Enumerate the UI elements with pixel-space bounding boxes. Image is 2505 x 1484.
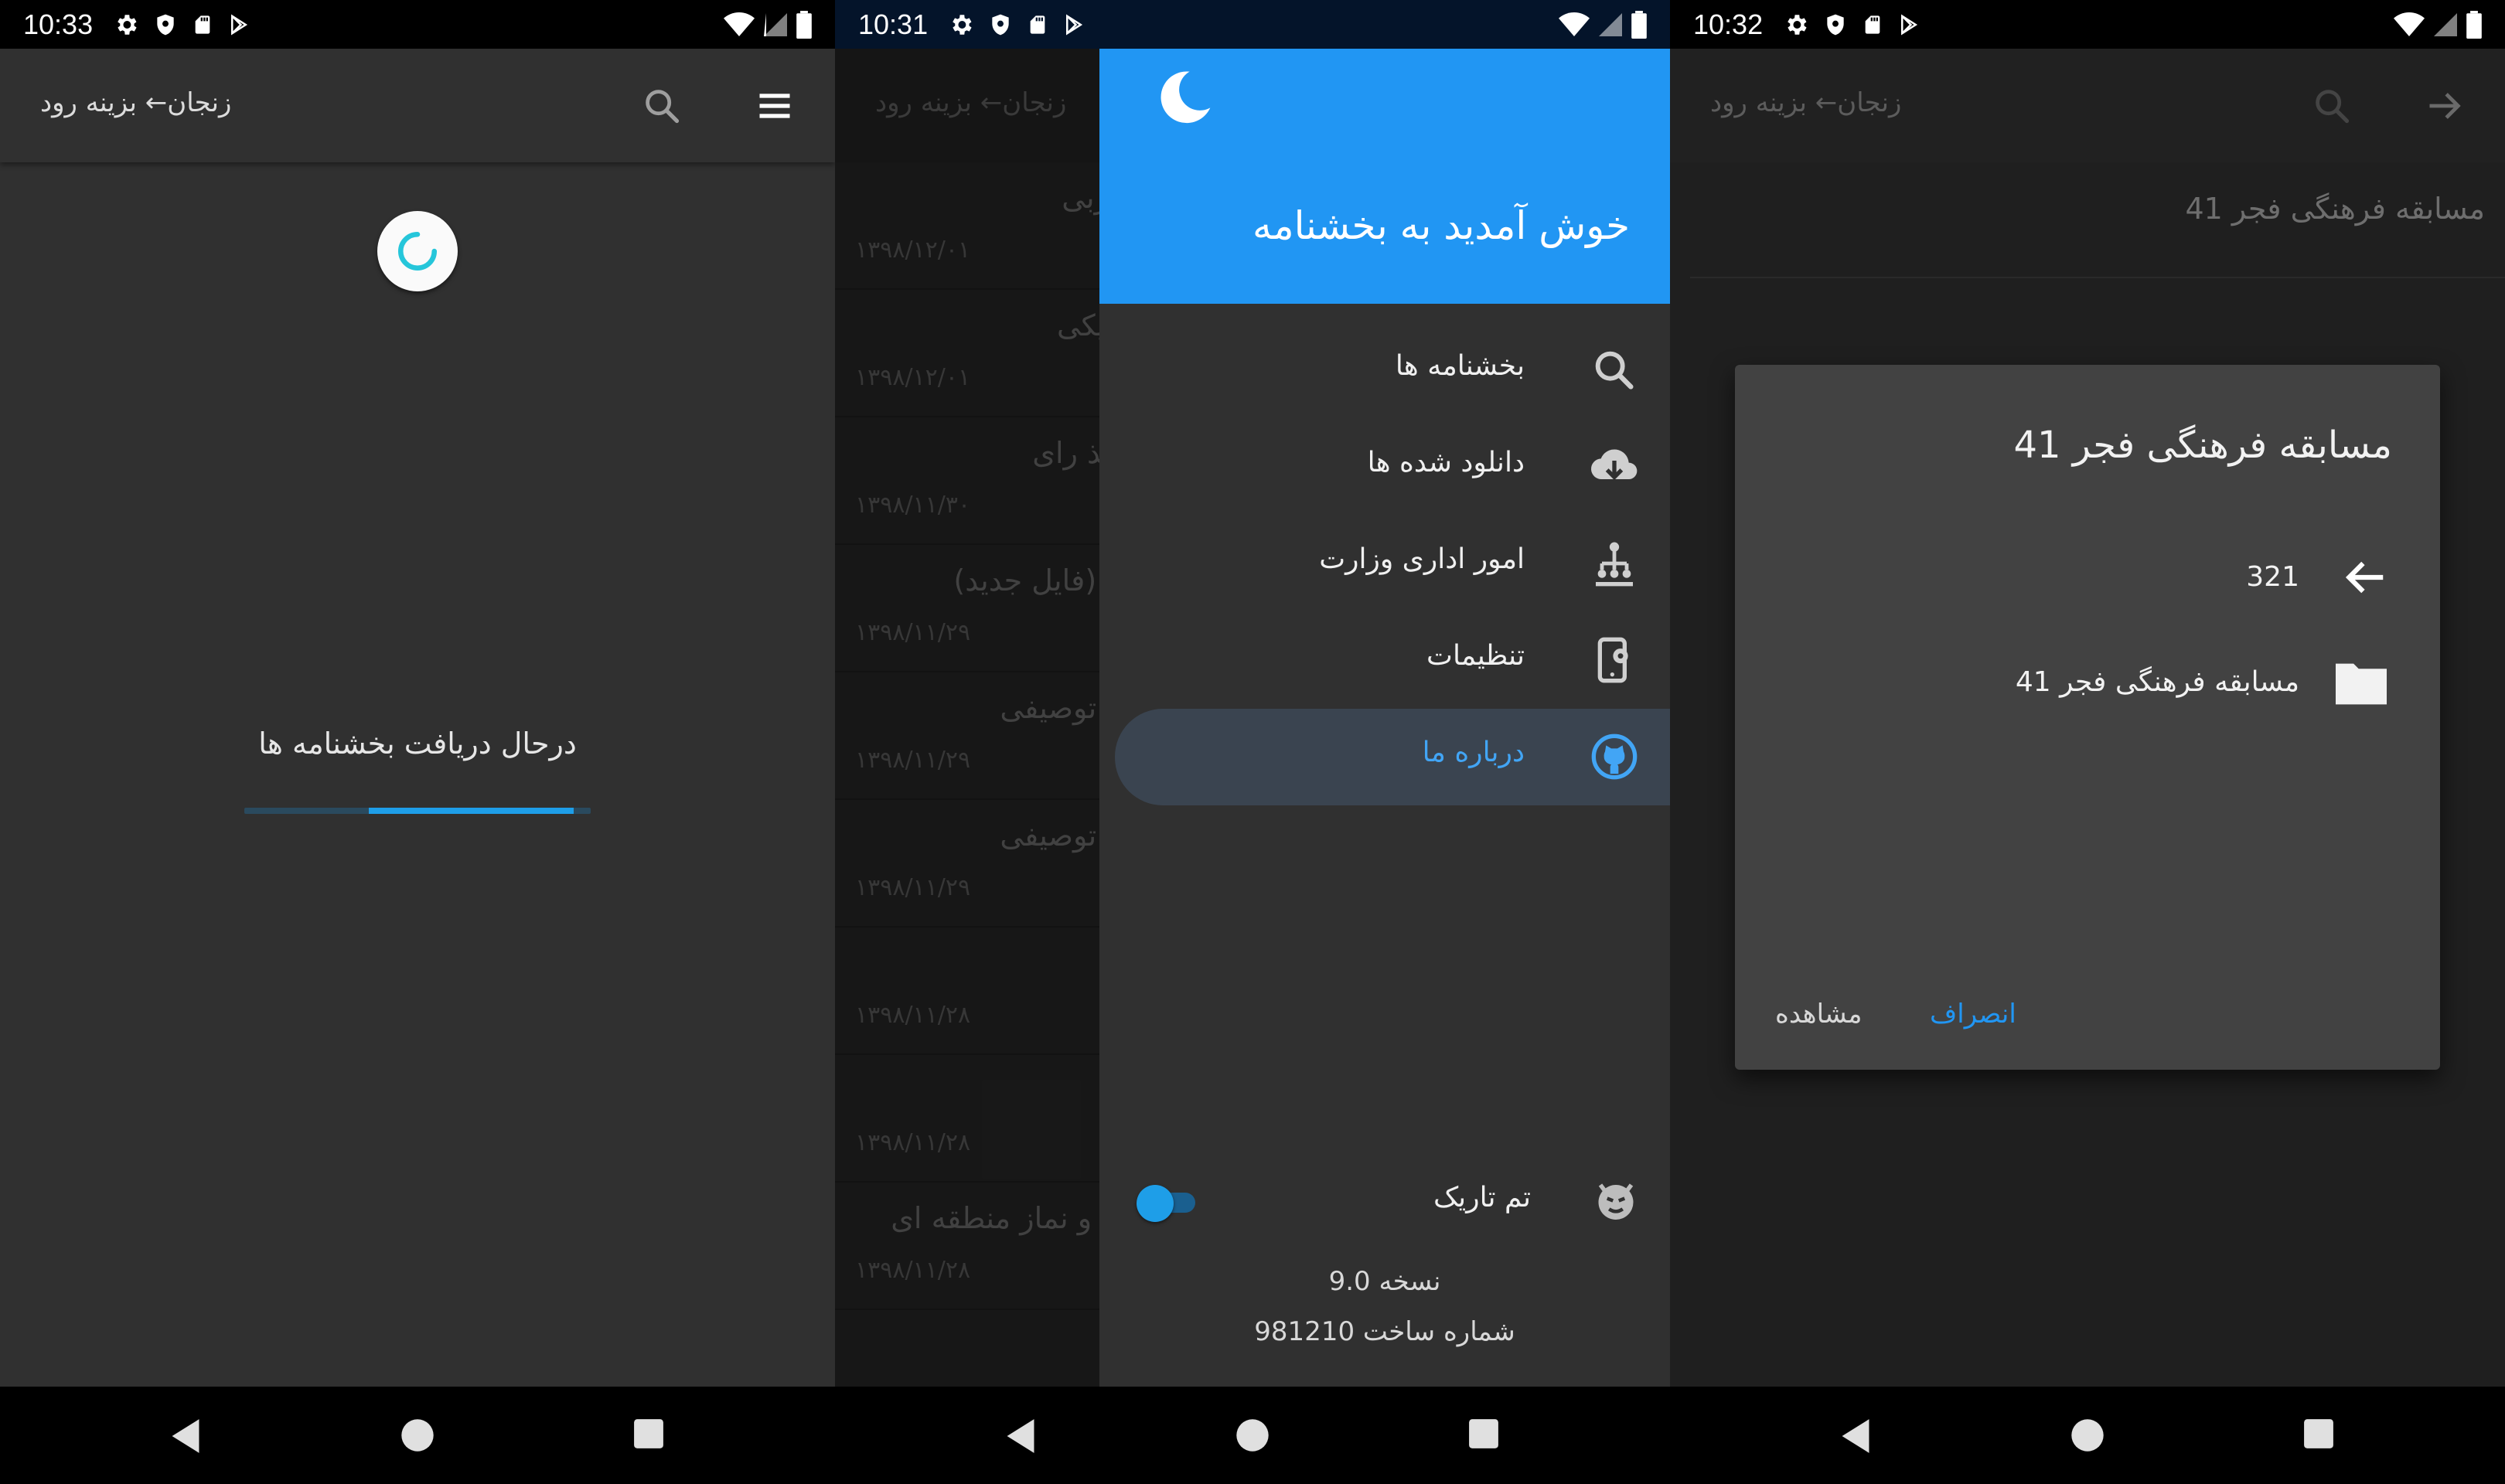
drawer-item-settings[interactable]: تنظیمات [1099,612,1670,709]
nav-home-icon[interactable] [2070,1418,2105,1453]
battery-icon [2466,10,2482,39]
parent-folder-label: 321 [2246,561,2299,593]
breadcrumb-title: زنجان← بزینه رود [40,87,232,118]
app-version: نسخه 9.0 [1328,1266,1441,1297]
nav-recents-icon[interactable] [632,1418,665,1450]
dialog-title: مسابقه فرهنگی فجر 41 [2013,424,2392,467]
search-icon[interactable] [2312,86,2352,126]
shield-icon [992,14,1009,35]
sd-card-icon [195,15,210,34]
drawer-item-label: بخشنامه ها [1395,350,1525,382]
loading-progress-bar [244,808,591,814]
nav-home-icon[interactable] [400,1418,435,1453]
app-bar: زنجان← بزینه رود [0,49,835,162]
loading-spinner [377,211,458,291]
dark-theme-label: تم تاریک [1433,1182,1531,1213]
drawer-item-label: امور اداری وزارت [1319,543,1525,575]
status-bar: 10:31 [835,0,1670,49]
cancel-button[interactable]: انصراف [1930,999,2016,1030]
loading-message: درحال دریافت بخشنامه ها [258,727,577,761]
play-store-icon [1901,13,1918,36]
devil-face-icon [1598,1183,1634,1220]
play-store-icon [1066,13,1083,36]
drawer-item-label: دانلود شده ها [1367,447,1525,478]
active-item-highlight [1115,709,1670,805]
dark-theme-toggle[interactable] [1137,1180,1201,1222]
view-button[interactable]: مشاهده [1775,999,1863,1030]
screenshot-collage: 10:33 زنجان← بزینه رود درحال دریافت بخشن… [0,0,2505,1484]
nav-back-icon[interactable] [1839,1418,1873,1455]
cloud-download-icon [1590,449,1638,481]
signal-icon [764,12,787,36]
shield-icon [157,14,174,35]
sd-card-icon [1030,15,1045,34]
settings-phone-icon [1597,637,1628,683]
play-store-icon [231,13,248,36]
phone-loading-screen: 10:33 زنجان← بزینه رود درحال دریافت بخشن… [0,0,835,1484]
battery-icon [796,10,812,39]
drawer-item-about[interactable]: درباره ما [1099,709,1670,805]
github-icon [1591,733,1638,780]
spinner-arc-icon [397,231,438,271]
nav-recents-icon[interactable] [2302,1418,2335,1450]
nav-home-icon[interactable] [1235,1418,1270,1453]
phone-folder-dialog-screen: 10:32 زنجان← بزینه رود مسابقه فرهنگی فجر… [1670,0,2505,1484]
sd-card-icon [1865,15,1880,34]
toggle-thumb [1137,1185,1174,1222]
drawer-item-downloads[interactable]: دانلود شده ها [1099,419,1670,516]
folder-label: مسابقه فرهنگی فجر 41 [2015,666,2299,698]
moon-icon [1160,71,1211,124]
drawer-item-label: درباره ما [1422,737,1525,768]
drawer-item-ministry-affairs[interactable]: امور اداری وزارت [1099,516,1670,612]
drawer-item-circulars[interactable]: بخشنامه ها [1099,322,1670,419]
navigation-drawer: خوش آمدید به بخشنامه بخشنامه ها دانلود ش… [1099,49,1670,1387]
dialog-folder-row[interactable]: مسابقه فرهنگی فجر 41 [1774,648,2392,717]
system-nav-bar [835,1387,1670,1484]
search-icon[interactable] [642,86,682,126]
gear-icon [1788,14,1807,35]
drawer-item-label: تنظیمات [1426,640,1525,672]
search-icon [1595,351,1634,390]
app-bar: زنجان← بزینه رود [1670,49,2505,162]
gear-icon [953,14,972,35]
status-time: 10:31 [858,8,929,40]
status-bar: 10:32 [1670,0,2505,49]
sitemap-icon [1596,542,1633,587]
dark-theme-row: تم تاریک [1099,1162,1670,1239]
battery-icon [1631,10,1647,39]
nav-back-icon[interactable] [169,1418,203,1455]
progress-fill [369,808,574,814]
nav-recents-icon[interactable] [1467,1418,1500,1450]
status-time: 10:32 [1693,8,1764,40]
phone-drawer-screen: 10:31 زنجان← بزینه رود جربی ۱۳۹۸/۱۲/۰۱ ون… [835,0,1670,1484]
drawer-welcome-title: خوش آمدید به بخشنامه [1252,203,1630,248]
status-bar: 10:33 [0,0,835,49]
signal-icon [2434,12,2457,36]
gear-icon [118,14,137,35]
nav-back-icon[interactable] [1004,1418,1038,1455]
arrow-right-icon[interactable] [2424,86,2466,126]
folder-dialog: مسابقه فرهنگی فجر 41 321 مسابقه فرهنگی ف… [1735,365,2440,1070]
wifi-icon [724,12,755,36]
drawer-header: خوش آمدید به بخشنامه [1099,49,1670,304]
arrow-left-icon [2345,561,2384,594]
system-nav-bar [1670,1387,2505,1484]
shield-icon [1827,14,1844,35]
signal-icon [1599,12,1622,36]
system-nav-bar [0,1387,835,1484]
build-number: شماره ساخت 981210 [1254,1316,1515,1347]
hamburger-menu-icon[interactable] [754,86,796,126]
wifi-icon [2394,12,2425,36]
breadcrumb-title: زنجان← بزینه رود [1710,87,1902,118]
folder-icon [2336,663,2387,705]
wifi-icon [1559,12,1590,36]
status-time: 10:33 [23,8,94,40]
dialog-back-row[interactable]: 321 [1774,543,2392,612]
folder-header: مسابقه فرهنگی فجر 41 [2185,192,2485,226]
divider [1690,277,2505,278]
